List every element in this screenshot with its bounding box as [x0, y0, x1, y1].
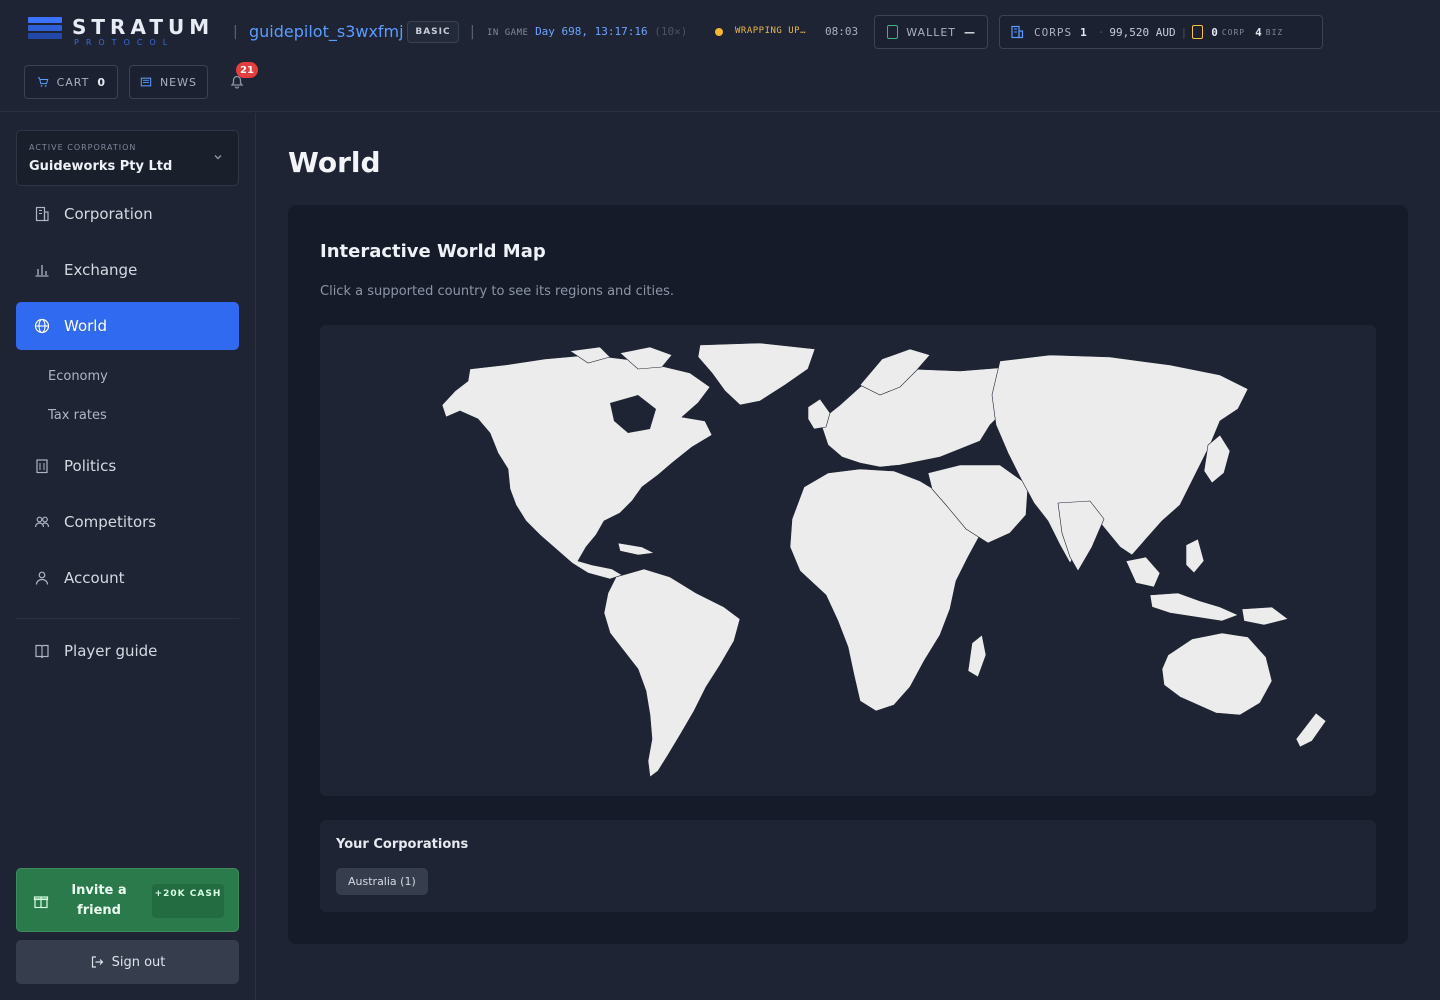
card-title: Interactive World Map: [320, 241, 546, 262]
book-icon: [35, 644, 49, 659]
sidebar-item-corporation[interactable]: Corporation: [16, 190, 239, 238]
map-country-madagascar[interactable]: [967, 634, 987, 678]
map-continent-north-america[interactable]: [441, 354, 713, 580]
wallet-button[interactable]: WALLET —: [874, 15, 988, 49]
game-clock: IN GAME Day 698, 13:17:16 (10×): [487, 25, 687, 38]
map-country-greenland[interactable]: [697, 342, 816, 406]
status-timer: 08:03: [825, 25, 859, 38]
government-icon: [36, 459, 48, 474]
document-icon: [1192, 25, 1204, 39]
page-title: World: [288, 146, 381, 179]
sidebar-item-label: Exchange: [64, 261, 138, 279]
wallet-icon: [887, 25, 899, 39]
sidebar: ACTIVE CORPORATION Guideworks Pty Ltd Co…: [0, 113, 256, 1000]
map-country-india[interactable]: [1057, 500, 1105, 572]
corps-summary[interactable]: CORPS 1 · 99,520 AUD | 0 CORP 4 BIZ: [999, 15, 1323, 49]
wallet-label: WALLET: [906, 25, 956, 39]
game-speed: (10×): [654, 25, 688, 38]
sidebar-item-label: Player guide: [64, 642, 158, 660]
map-continent-south-america[interactable]: [603, 568, 741, 778]
active-corporation-name: Guideworks Pty Ltd: [29, 159, 173, 174]
in-game-label: IN GAME: [487, 28, 529, 38]
map-country-papua-new-guinea[interactable]: [1241, 606, 1289, 626]
your-corporations-panel: Your Corporations Australia (1): [320, 820, 1376, 912]
world-map[interactable]: [320, 325, 1376, 796]
map-country-philippines[interactable]: [1185, 538, 1205, 574]
biz-unit: BIZ: [1265, 27, 1284, 37]
sidebar-item-label: World: [64, 317, 107, 335]
news-label: NEWS: [159, 75, 197, 89]
world-map-svg[interactable]: [320, 325, 1376, 796]
map-country-australia[interactable]: [1161, 632, 1273, 716]
bar-chart-icon: [35, 265, 49, 277]
sidebar-subitem-economy[interactable]: Economy: [48, 369, 108, 384]
corp-unit: CORP: [1221, 27, 1246, 37]
active-corporation-label: ACTIVE CORPORATION: [29, 143, 137, 152]
biz-count: 4: [1255, 25, 1262, 39]
game-day: Day 698, 13:17:16: [535, 25, 648, 38]
sidebar-item-label: Account: [64, 569, 125, 587]
sign-out-label: Sign out: [111, 954, 166, 970]
cart-icon: [37, 77, 49, 87]
users-icon: [34, 516, 50, 528]
chevron-down-icon: [214, 155, 222, 160]
status-dot-icon: [715, 28, 723, 36]
sidebar-item-player-guide[interactable]: Player guide: [16, 627, 239, 675]
world-map-card: Interactive World Map Click a supported …: [288, 205, 1408, 944]
cart-button[interactable]: CART 0: [24, 65, 118, 99]
corps-count: 1: [1080, 25, 1087, 39]
sidebar-item-account[interactable]: Account: [16, 554, 239, 602]
card-subtitle: Click a supported country to see its reg…: [320, 284, 675, 299]
logo-mark-icon: [28, 17, 62, 47]
your-corporations-heading: Your Corporations: [336, 837, 469, 852]
map-continent-europe[interactable]: [819, 366, 1011, 468]
sidebar-divider: [16, 618, 239, 619]
invite-reward-badge: +20K CASH: [152, 884, 224, 918]
gift-icon: [33, 896, 49, 909]
corporation-chip-australia[interactable]: Australia (1): [336, 868, 428, 895]
active-corporation-select[interactable]: ACTIVE CORPORATION Guideworks Pty Ltd: [16, 130, 239, 186]
map-region-southeast-asia[interactable]: [1125, 556, 1161, 588]
sidebar-subitem-tax-rates[interactable]: Tax rates: [48, 408, 107, 423]
globe-icon: [34, 318, 50, 334]
cart-count: 0: [97, 75, 105, 89]
sidebar-item-label: Politics: [64, 457, 117, 475]
map-region-caribbean[interactable]: [617, 542, 656, 556]
sidebar-item-world[interactable]: World: [16, 302, 239, 350]
sidebar-item-label: Corporation: [64, 205, 153, 223]
newspaper-icon: [140, 77, 152, 87]
map-country-united-kingdom[interactable]: [807, 398, 831, 430]
sidebar-item-competitors[interactable]: Competitors: [16, 498, 239, 546]
invite-friend-button[interactable]: Invite a friend +20K CASH: [16, 868, 239, 932]
invite-text: Invite a friend: [71, 883, 127, 918]
balance: 99,520 AUD: [1109, 25, 1176, 39]
sidebar-item-politics[interactable]: Politics: [16, 442, 239, 490]
building-icon: [35, 206, 49, 222]
brand-subtitle: PROTOCOL: [74, 38, 175, 47]
corps-label: CORPS: [1034, 25, 1073, 39]
username-link[interactable]: guidepilot_s3wxfmj: [249, 22, 404, 41]
building-icon: [1011, 25, 1024, 39]
notification-badge: 21: [236, 62, 258, 78]
top-bar: STRATUM PROTOCOL | guidepilot_s3wxfmj BA…: [0, 0, 1440, 112]
corp-count: 0: [1211, 25, 1218, 39]
wallet-value: —: [964, 25, 975, 39]
plan-badge: BASIC: [407, 21, 459, 43]
status-text: WRAPPING UP…: [735, 26, 807, 36]
user-icon: [35, 571, 49, 585]
sign-out-icon: [91, 956, 103, 968]
divider: |: [233, 24, 238, 40]
brand-logo[interactable]: STRATUM PROTOCOL: [28, 15, 223, 49]
news-button[interactable]: NEWS: [129, 65, 208, 99]
map-country-new-zealand[interactable]: [1295, 712, 1327, 748]
divider: |: [470, 24, 475, 40]
brand-name: STRATUM: [72, 15, 215, 39]
sign-out-button[interactable]: Sign out: [16, 940, 239, 984]
sidebar-item-label: Competitors: [64, 513, 157, 531]
sidebar-item-exchange[interactable]: Exchange: [16, 246, 239, 294]
map-country-indonesia[interactable]: [1149, 592, 1239, 622]
cart-label: CART: [56, 75, 90, 89]
